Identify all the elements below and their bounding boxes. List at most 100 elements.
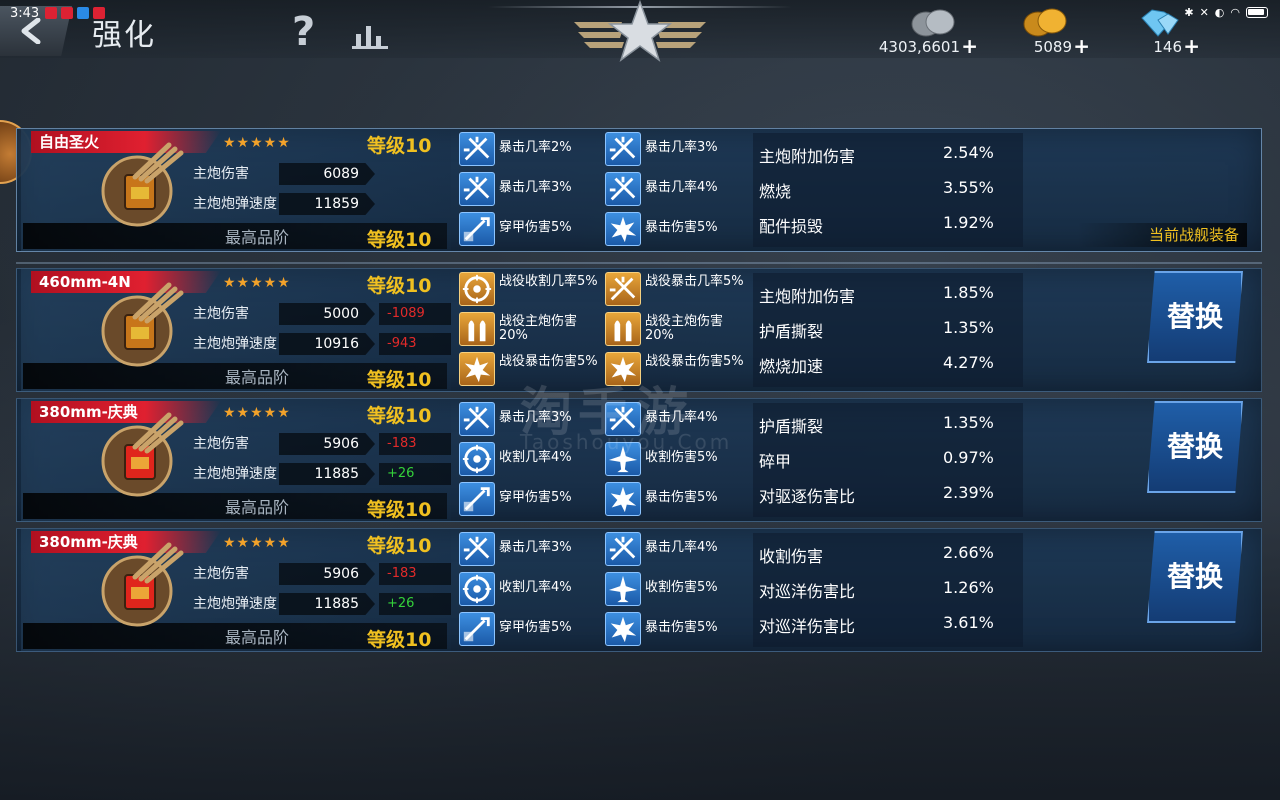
skill-item[interactable]: 暴击几率3% xyxy=(605,129,751,169)
attribute-value: 2.54% xyxy=(943,143,994,162)
skill-item[interactable]: 暴击几率2% xyxy=(459,129,605,169)
main-gun-damage-label: 主炮伤害 xyxy=(193,436,249,452)
skill-text: 战役收割几率5% xyxy=(499,274,598,289)
attribute-value: 1.26% xyxy=(943,578,994,597)
watermark-url: Taoshouyou.Com xyxy=(520,430,733,454)
burst-icon xyxy=(459,352,495,386)
stats-icon[interactable] xyxy=(352,22,388,50)
gold-value: 5089 xyxy=(1033,38,1072,56)
skill-text: 暴击几率4% xyxy=(645,540,718,555)
attribute-value: 3.55% xyxy=(943,178,994,197)
shell-speed-value: 11859 xyxy=(314,196,359,212)
damage-diff: -183 xyxy=(379,563,451,585)
skill-text: 战役暴击伤害5% xyxy=(499,354,598,369)
battery-icon xyxy=(1246,7,1268,18)
skill-text: 暴击伤害5% xyxy=(645,620,718,635)
skill-item[interactable]: 收割伤害5% xyxy=(605,569,751,609)
attribute-list: 收割伤害 2.66% 对巡洋伤害比 1.26% 对巡洋伤害比 3.61% xyxy=(753,533,1023,647)
replace-button[interactable]: 替换 xyxy=(1147,401,1243,493)
skill-text: 收割伤害5% xyxy=(645,580,718,595)
crit-icon xyxy=(459,532,495,566)
grade-label: 最高品阶 xyxy=(225,628,290,647)
skill-item[interactable]: 暴击几率3% xyxy=(459,169,605,209)
diamond-add-button[interactable]: + xyxy=(1183,36,1200,56)
attribute-value: 2.39% xyxy=(943,483,994,502)
speed-diff: +26 xyxy=(379,463,451,485)
attribute-label: 对巡洋伤害比 xyxy=(759,582,856,601)
skill-item[interactable]: 暴击几率4% xyxy=(605,529,751,569)
skill-item[interactable]: 暴击几率3% xyxy=(459,529,605,569)
skill-item[interactable]: 穿甲伤害5% xyxy=(459,479,605,519)
damage-diff: -183 xyxy=(379,433,451,455)
skill-item[interactable]: 暴击伤害5% xyxy=(605,209,751,249)
replace-button[interactable]: 替换 xyxy=(1147,531,1243,623)
crit-icon xyxy=(459,132,495,166)
target-icon xyxy=(459,442,495,476)
skill-item[interactable]: 战役主炮伤害20% xyxy=(605,309,751,349)
main-gun-damage-label: 主炮伤害 xyxy=(193,566,249,582)
skill-grid: 暴击几率3% 暴击几率4% 收割几率4% 收割伤害5% 穿甲伤害5% 暴击伤害5… xyxy=(459,529,749,651)
skill-text: 暴击几率3% xyxy=(645,140,718,155)
status-icons: ✱ ✕ ◐ ◠ xyxy=(1184,6,1268,19)
silver-value: 4303,6601 xyxy=(878,38,960,56)
wifi-icon: ◠ xyxy=(1230,6,1240,19)
skill-item[interactable]: 收割几率4% xyxy=(459,569,605,609)
diamond-value: 146 xyxy=(1153,38,1182,56)
target-icon xyxy=(459,572,495,606)
attribute-label: 对巡洋伤害比 xyxy=(759,617,856,636)
attribute-value: 1.35% xyxy=(943,413,994,432)
skill-item[interactable]: 暴击几率4% xyxy=(605,169,751,209)
attribute-list: 主炮附加伤害 1.85% 护盾撕裂 1.35% 燃烧加速 4.27% xyxy=(753,273,1023,387)
equipment-row[interactable]: 自由圣火 ★★★★★ 等级10 等级10 最高品阶 主炮伤害 6089 主炮炮弹速度 1185… xyxy=(16,128,1262,252)
attribute-value: 0.97% xyxy=(943,448,994,467)
shell-speed-value: 11885 xyxy=(314,596,359,612)
speed-diff: -943 xyxy=(379,333,451,355)
skill-item[interactable]: 穿甲伤害5% xyxy=(459,609,605,649)
level-label: 等级10 xyxy=(367,499,432,521)
skill-item[interactable]: 战役主炮伤害20% xyxy=(459,309,605,349)
crit-icon xyxy=(459,172,495,206)
shell-speed-label: 主炮炮弹速度 xyxy=(193,596,277,612)
skill-text: 穿甲伤害5% xyxy=(499,620,572,635)
attribute-label: 护盾撕裂 xyxy=(759,322,824,341)
main-gun-damage-label: 主炮伤害 xyxy=(193,306,249,322)
main-gun-damage-value: 5906 xyxy=(323,436,359,452)
level-label: 等级10 xyxy=(367,629,432,651)
pierce-icon xyxy=(459,482,495,516)
turret-icon xyxy=(101,142,184,227)
level-label: 等级10 xyxy=(367,275,432,297)
skill-text: 战役主炮伤害20% xyxy=(499,314,578,343)
shell-speed-label: 主炮炮弹速度 xyxy=(193,336,277,352)
status-time: 3:43 xyxy=(10,5,40,21)
notification-icon xyxy=(77,7,90,19)
skill-item[interactable]: 暴击伤害5% xyxy=(605,479,751,519)
equipment-row[interactable]: 380mm-庆典 ★★★★★ 等级10 等级10 最高品阶 主炮伤害 5906 主炮炮弹速度… xyxy=(16,528,1262,652)
skill-item[interactable]: 战役收割几率5% xyxy=(459,269,605,309)
dnd-icon: ◐ xyxy=(1214,6,1225,19)
skill-item[interactable]: 穿甲伤害5% xyxy=(459,209,605,249)
crit-icon xyxy=(605,132,641,166)
silver-add-button[interactable]: + xyxy=(961,36,978,56)
attribute-label: 对驱逐伤害比 xyxy=(759,487,856,506)
skill-text: 暴击伤害5% xyxy=(645,220,718,235)
replace-button[interactable]: 替换 xyxy=(1147,271,1243,363)
star-rating: ★★★★★ xyxy=(223,135,291,151)
bluetooth-icon: ✱ xyxy=(1184,6,1194,19)
skill-text: 收割几率4% xyxy=(499,580,572,595)
attribute-value: 2.66% xyxy=(943,543,994,562)
crit-icon xyxy=(605,532,641,566)
shell-speed-label: 主炮炮弹速度 xyxy=(193,196,277,212)
skill-item[interactable]: 暴击伤害5% xyxy=(605,609,751,649)
main-gun-damage-value: 6089 xyxy=(323,166,359,182)
burst-icon xyxy=(605,612,641,646)
skill-item[interactable]: 战役暴击几率5% xyxy=(605,269,751,309)
skill-text: 暴击几率3% xyxy=(499,180,572,195)
level-label: 等级10 xyxy=(367,229,432,251)
grade-label: 最高品阶 xyxy=(225,228,290,247)
skill-text: 战役主炮伤害20% xyxy=(645,314,724,343)
shell-speed-value: 11885 xyxy=(314,466,359,482)
attribute-label: 收割伤害 xyxy=(759,547,824,566)
shell-speed-value: 10916 xyxy=(314,336,359,352)
current-equipment-tag: 当前战舰装备 xyxy=(1077,223,1247,247)
gold-add-button[interactable]: + xyxy=(1073,36,1090,56)
